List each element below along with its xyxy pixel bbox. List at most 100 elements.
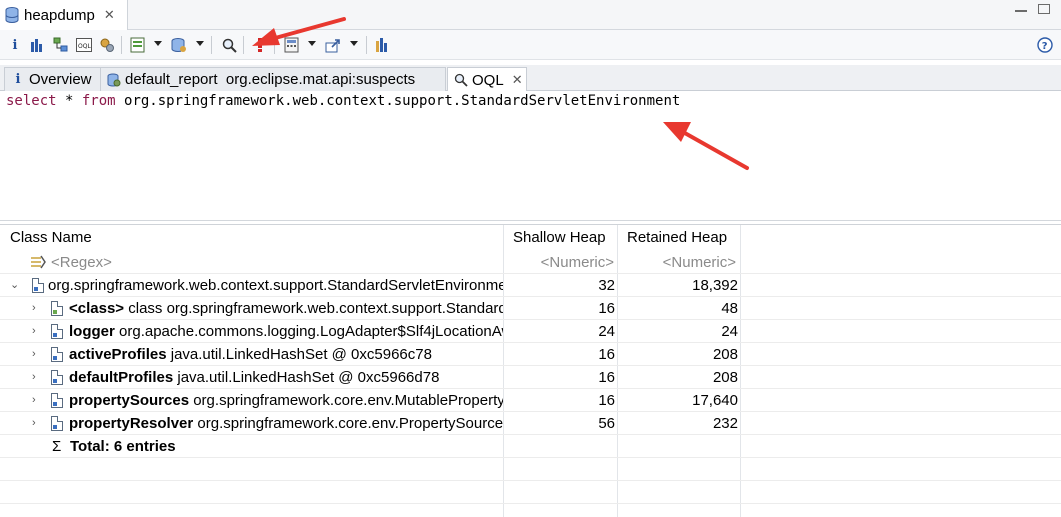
- chevron-right-icon[interactable]: ›: [32, 412, 36, 435]
- field-value: org.springframework.core.env.PropertySou…: [197, 415, 503, 432]
- tab-overview-label: Overview: [29, 71, 92, 88]
- regex-filter-input[interactable]: <Regex>: [51, 251, 491, 274]
- retained-heap-value: 48: [721, 300, 738, 317]
- field-name: logger: [69, 323, 115, 340]
- table-row[interactable]: › propertySources org.springframework.co…: [0, 389, 1061, 412]
- toolbar: i OQL ?: [0, 30, 1061, 60]
- column-header-class-name[interactable]: Class Name: [10, 229, 92, 246]
- maximize-icon[interactable]: [1038, 4, 1050, 14]
- field-name: propertyResolver: [69, 415, 194, 432]
- object-icon: [51, 416, 63, 431]
- retained-heap-value: 24: [721, 323, 738, 340]
- chevron-right-icon[interactable]: ›: [32, 343, 36, 366]
- dominator-tree-icon[interactable]: [52, 36, 70, 54]
- chevron-right-icon[interactable]: ›: [32, 297, 36, 320]
- info-icon: i: [15, 72, 21, 87]
- chevron-down-icon[interactable]: [196, 41, 204, 46]
- svg-text:?: ?: [1042, 41, 1048, 52]
- row-label: propertyResolver org.springframework.cor…: [69, 412, 503, 435]
- field-name: propertySources: [69, 392, 190, 409]
- tab-default-report-label: default_report org.eclipse.mat.api:suspe…: [125, 71, 416, 88]
- chevron-down-icon[interactable]: ⌄: [10, 274, 19, 297]
- row-label: activeProfiles java.util.LinkedHashSet @…: [69, 343, 503, 366]
- annotation-arrow-icon: [663, 122, 749, 170]
- filter-row: <Regex> <Numeric> <Numeric>: [0, 251, 1061, 274]
- help-icon[interactable]: ?: [1036, 36, 1054, 54]
- minimize-icon[interactable]: [1015, 6, 1027, 12]
- editor-tab-label: heapdump: [24, 6, 95, 24]
- svg-text:OQL: OQL: [78, 43, 91, 50]
- result-tab-bar: i Overview default_report org.eclipse.ma…: [0, 65, 1061, 92]
- table-row[interactable]: › <class> class org.springframework.web.…: [0, 297, 1061, 320]
- heap-database-icon: [5, 7, 19, 23]
- column-header-retained-heap[interactable]: Retained Heap: [627, 229, 727, 246]
- total-row: Σ Total: 6 entries: [0, 435, 1061, 458]
- result-table: Class Name Shallow Heap Retained Heap <R…: [0, 224, 1061, 517]
- toolbar-separator: [121, 36, 122, 54]
- field-value: org.springframework.core.env.MutableProp…: [193, 392, 503, 409]
- field-value: org.apache.commons.logging.LogAdapter$Sl…: [119, 323, 503, 340]
- close-icon[interactable]: ✕: [104, 7, 115, 23]
- object-icon: [51, 370, 63, 385]
- heap-dump-overview-icon[interactable]: [170, 36, 188, 54]
- chevron-right-icon[interactable]: ›: [32, 320, 36, 343]
- chevron-right-icon[interactable]: ›: [32, 366, 36, 389]
- tab-oql[interactable]: OQL ✕: [447, 67, 527, 92]
- field-value: class org.springframework.web.context.su…: [128, 300, 503, 317]
- column-header-shallow-heap[interactable]: Shallow Heap: [513, 229, 606, 246]
- oql-icon[interactable]: OQL: [75, 36, 93, 54]
- shallow-heap-value: 16: [598, 300, 615, 317]
- shallow-filter-input[interactable]: <Numeric>: [505, 251, 614, 274]
- oql-query-editor[interactable]: select * from org.springframework.web.co…: [0, 91, 1061, 221]
- shallow-heap-value: 16: [598, 392, 615, 409]
- toolbar-separator: [366, 36, 367, 54]
- keyword-from: from: [81, 93, 116, 109]
- table-row[interactable]: › logger org.apache.commons.logging.LogA…: [0, 320, 1061, 343]
- editor-tab-heapdump[interactable]: heapdump ✕: [0, 0, 128, 30]
- chevron-down-icon[interactable]: [154, 41, 162, 46]
- shallow-heap-value: 16: [598, 369, 615, 386]
- shallow-heap-value: 56: [598, 415, 615, 432]
- query-browser-icon[interactable]: [129, 36, 147, 54]
- close-icon[interactable]: ✕: [512, 72, 523, 88]
- retained-filter-input[interactable]: <Numeric>: [619, 251, 736, 274]
- table-row[interactable]: › activeProfiles java.util.LinkedHashSet…: [0, 343, 1061, 366]
- object-icon: [32, 278, 44, 293]
- gears-icon[interactable]: [98, 36, 116, 54]
- row-label: <class> class org.springframework.web.co…: [69, 297, 503, 320]
- table-row[interactable]: ⌄ org.springframework.web.context.suppor…: [0, 274, 1061, 297]
- object-icon: [51, 347, 63, 362]
- root-class-name: org.springframework.web.context.support.…: [48, 277, 503, 294]
- oql-icon: [454, 73, 468, 87]
- root-shallow-heap: 32: [598, 277, 615, 294]
- chevron-right-icon[interactable]: ›: [32, 389, 36, 412]
- object-icon: [51, 324, 63, 339]
- shallow-heap-value: 24: [598, 323, 615, 340]
- table-row[interactable]: › defaultProfiles java.util.LinkedHashSe…: [0, 366, 1061, 389]
- editor-tab-bar: heapdump ✕: [0, 0, 1061, 30]
- table-row[interactable]: › propertyResolver org.springframework.c…: [0, 412, 1061, 435]
- class-icon: [51, 301, 63, 316]
- field-value: java.util.LinkedHashSet @ 0xc5966c78: [170, 346, 432, 363]
- empty-row: [0, 458, 1061, 481]
- compare-icon[interactable]: [374, 36, 392, 54]
- field-name: activeProfiles: [69, 346, 167, 363]
- retained-heap-value: 208: [712, 369, 738, 386]
- toolbar-separator: [211, 36, 212, 54]
- retained-heap-value: 208: [712, 346, 738, 363]
- filter-icon: [30, 254, 46, 274]
- chevron-down-icon[interactable]: [350, 41, 358, 46]
- query-star: *: [56, 93, 82, 109]
- field-value: java.util.LinkedHashSet @ 0xc5966d78: [177, 369, 440, 386]
- row-label: propertySources org.springframework.core…: [69, 389, 503, 412]
- retained-heap-value: 17,640: [692, 392, 738, 409]
- object-icon: [51, 393, 63, 408]
- histogram-icon[interactable]: [28, 36, 46, 54]
- root-retained-heap: 18,392: [692, 277, 738, 294]
- tab-default-report[interactable]: default_report org.eclipse.mat.api:suspe…: [100, 67, 446, 91]
- search-icon[interactable]: [220, 36, 238, 54]
- field-name: <class>: [69, 300, 125, 317]
- shallow-heap-value: 16: [598, 346, 615, 363]
- info-icon[interactable]: i: [6, 36, 24, 54]
- report-icon: [107, 73, 121, 87]
